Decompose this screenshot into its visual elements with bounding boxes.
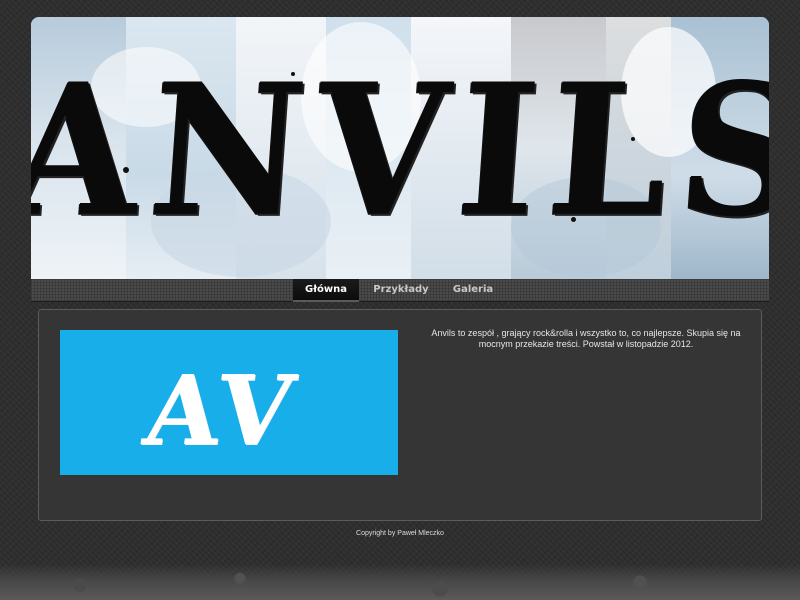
nav-item-galeria[interactable]: Galeria	[443, 279, 503, 301]
header-banner: ANVILS	[31, 17, 769, 279]
nav-item-glowna[interactable]: Główna	[293, 279, 359, 302]
band-description: Anvils to zespół , grający rock&rolla i …	[431, 328, 741, 349]
av-logo-text: AV	[138, 354, 304, 467]
site-logo[interactable]: ANVILS	[31, 26, 769, 274]
main-nav: Główna Przykłady Galeria	[31, 279, 769, 302]
copyright-text: Copyright by Paweł Mleczko	[356, 530, 444, 537]
content-box: AV Anvils to zespół , grający rock&rolla…	[38, 309, 762, 521]
av-logo-image: AV	[60, 330, 398, 475]
nav-item-przyklady[interactable]: Przykłady	[365, 279, 437, 301]
grunge-footer-decoration	[0, 564, 800, 600]
